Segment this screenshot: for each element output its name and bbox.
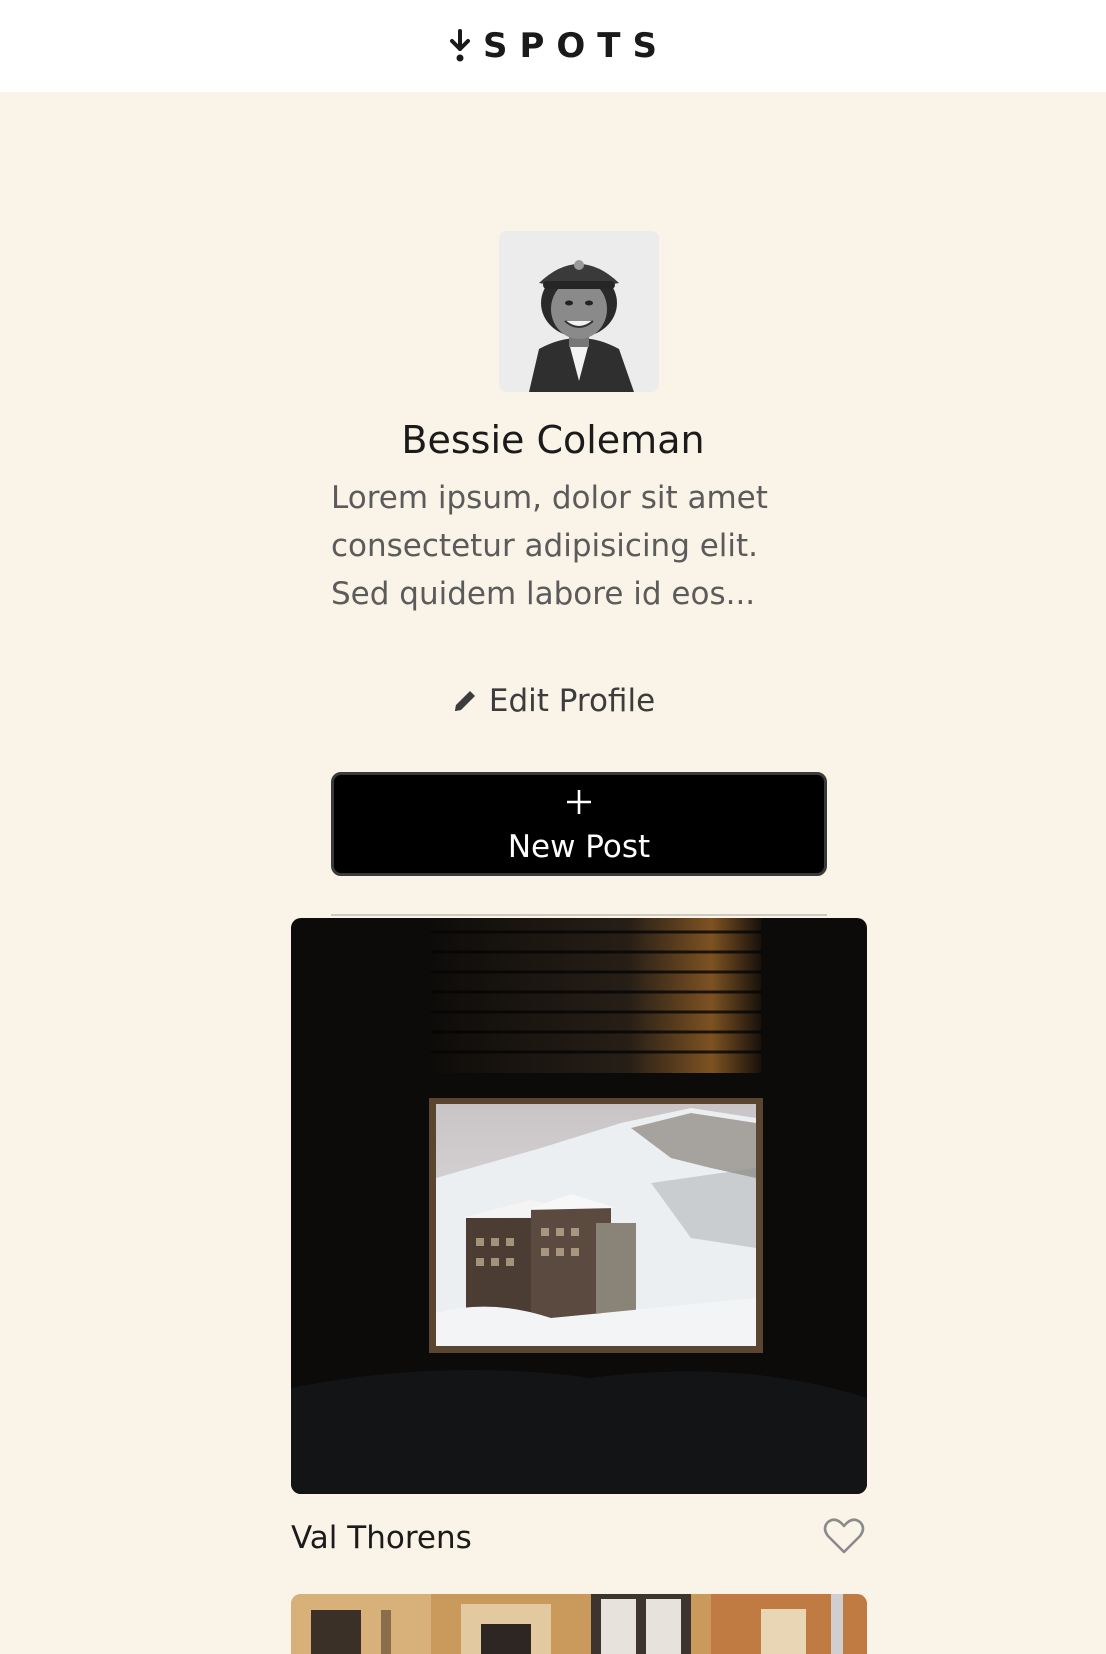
pencil-icon xyxy=(451,687,479,715)
card-image[interactable] xyxy=(291,918,867,1494)
down-arrow-pin-icon xyxy=(449,29,471,63)
edit-profile-button[interactable]: Edit Profile xyxy=(0,683,1106,719)
avatar xyxy=(499,231,659,392)
heart-outline-icon[interactable] xyxy=(822,1514,866,1558)
logo[interactable]: SPOTS xyxy=(449,26,657,66)
card-image[interactable] xyxy=(291,1594,867,1654)
plus-icon xyxy=(566,783,592,821)
divider xyxy=(331,914,827,916)
edit-profile-label: Edit Profile xyxy=(488,683,656,719)
profile-name: Bessie Coleman xyxy=(401,418,705,462)
card-title: Val Thorens xyxy=(291,1520,472,1556)
logo-text: SPOTS xyxy=(483,26,669,66)
new-post-label: New Post xyxy=(507,829,651,865)
new-post-button[interactable]: New Post xyxy=(331,772,827,876)
site-header: SPOTS xyxy=(0,0,1106,92)
profile-bio: Lorem ipsum, dolor sit amet consectetur … xyxy=(331,480,768,612)
